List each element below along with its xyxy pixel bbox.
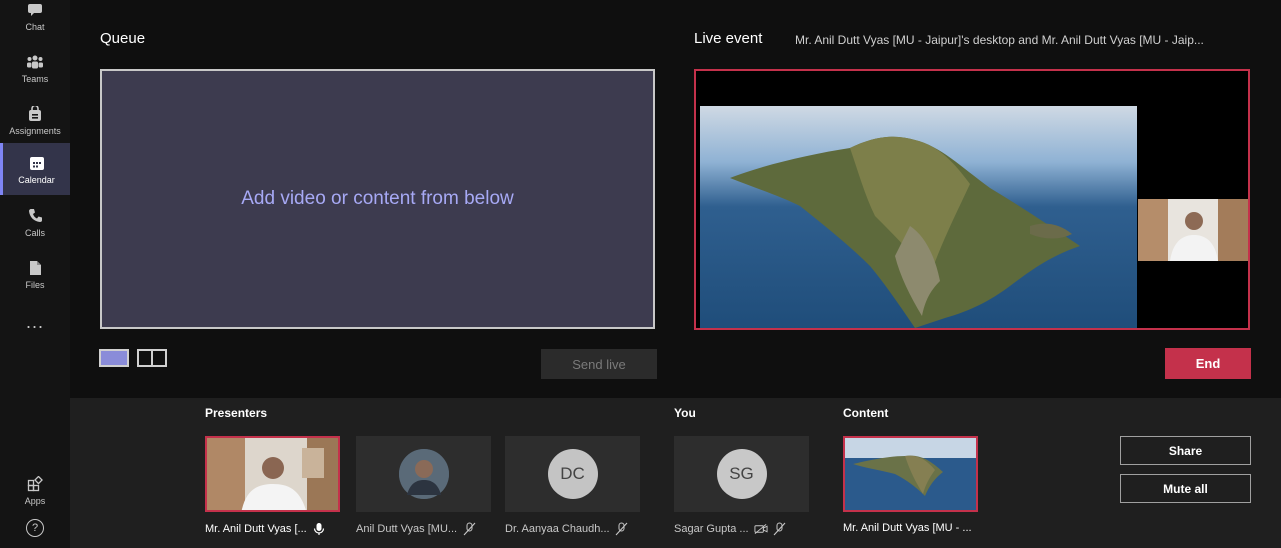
layout-split-icon[interactable]	[137, 349, 167, 367]
mic-off-icon[interactable]	[615, 522, 629, 536]
teams-icon	[26, 53, 44, 71]
queue-placeholder: Add video or content from below	[241, 188, 514, 209]
live-event-title: Live event	[694, 30, 763, 47]
app-rail: Chat Teams Assignments Calendar Calls Fi…	[0, 0, 70, 548]
shared-desktop-image	[700, 106, 1137, 328]
mic-off-icon[interactable]	[462, 522, 476, 536]
rail-item-label: Calendar	[18, 174, 55, 185]
rail-item-label: Calls	[24, 227, 45, 238]
mute-all-button[interactable]: Mute all	[1120, 474, 1251, 503]
content-name: Mr. Anil Dutt Vyas [MU - ...	[843, 522, 972, 534]
self-tile[interactable]: SG	[674, 436, 809, 512]
you-label: You	[674, 406, 696, 420]
microphone-icon[interactable]	[312, 522, 326, 536]
help-icon: ?	[26, 519, 44, 537]
phone-icon	[26, 207, 44, 225]
teams-live-event-window: Chat Teams Assignments Calendar Calls Fi…	[0, 0, 1281, 548]
avatar	[398, 449, 449, 499]
end-event-button[interactable]: End	[1165, 348, 1251, 379]
layout-selector	[99, 349, 167, 367]
source-tray: Presenters You Content Mr. Anil Dutt Vya…	[70, 398, 1281, 548]
more-apps-icon[interactable]: ...	[0, 312, 70, 333]
layout-single-icon[interactable]	[99, 349, 129, 367]
file-icon	[26, 259, 44, 277]
self-name: Sagar Gupta ...	[674, 522, 787, 536]
live-preview	[694, 69, 1250, 330]
camera-off-icon[interactable]	[754, 522, 768, 536]
presenter-tile[interactable]	[356, 436, 491, 512]
rail-item-label: Teams	[21, 73, 49, 84]
chat-icon	[26, 1, 44, 19]
presenters-label: Presenters	[205, 406, 268, 420]
live-event-subtitle: Mr. Anil Dutt Vyas [MU - Jaipur]'s deskt…	[795, 33, 1204, 47]
share-button[interactable]: Share	[1120, 436, 1251, 465]
presenter-tile[interactable]: DC	[505, 436, 640, 512]
presenter-tile[interactable]	[205, 436, 340, 512]
presenter-name: Anil Dutt Vyas [MU...	[356, 522, 476, 536]
rail-item-calendar[interactable]: Calendar	[0, 143, 70, 195]
content-tile[interactable]	[843, 436, 978, 512]
rail-item-teams[interactable]: Teams	[0, 42, 70, 94]
assignments-icon	[26, 105, 44, 123]
avatar-initials: DC	[547, 449, 598, 499]
avatar-initials: SG	[716, 449, 767, 499]
content-label: Content	[843, 406, 889, 420]
rail-item-calls[interactable]: Calls	[0, 196, 70, 248]
rail-item-chat[interactable]: Chat	[0, 0, 70, 42]
presenter-video	[207, 438, 338, 510]
presenter-name: Dr. Aanyaa Chaudh...	[505, 522, 629, 536]
help-button[interactable]: ?	[0, 508, 70, 548]
mic-off-icon[interactable]	[773, 522, 787, 536]
presenter-pip-video	[1138, 199, 1248, 261]
apps-icon	[26, 475, 44, 493]
rail-item-label: Chat	[25, 21, 45, 32]
rail-item-files[interactable]: Files	[0, 248, 70, 300]
rail-item-label: Apps	[24, 495, 46, 506]
presenter-name: Mr. Anil Dutt Vyas [...	[205, 522, 326, 536]
rail-item-label: Assignments	[9, 125, 61, 136]
rail-item-assignments[interactable]: Assignments	[0, 94, 70, 146]
producer-stage: Queue Add video or content from below Se…	[70, 0, 1281, 398]
send-live-button[interactable]: Send live	[541, 349, 657, 379]
content-thumbnail	[845, 438, 976, 510]
calendar-icon	[28, 154, 46, 172]
queue-panel[interactable]: Add video or content from below	[100, 69, 655, 329]
queue-title: Queue	[100, 30, 146, 47]
rail-item-label: Files	[25, 279, 45, 290]
